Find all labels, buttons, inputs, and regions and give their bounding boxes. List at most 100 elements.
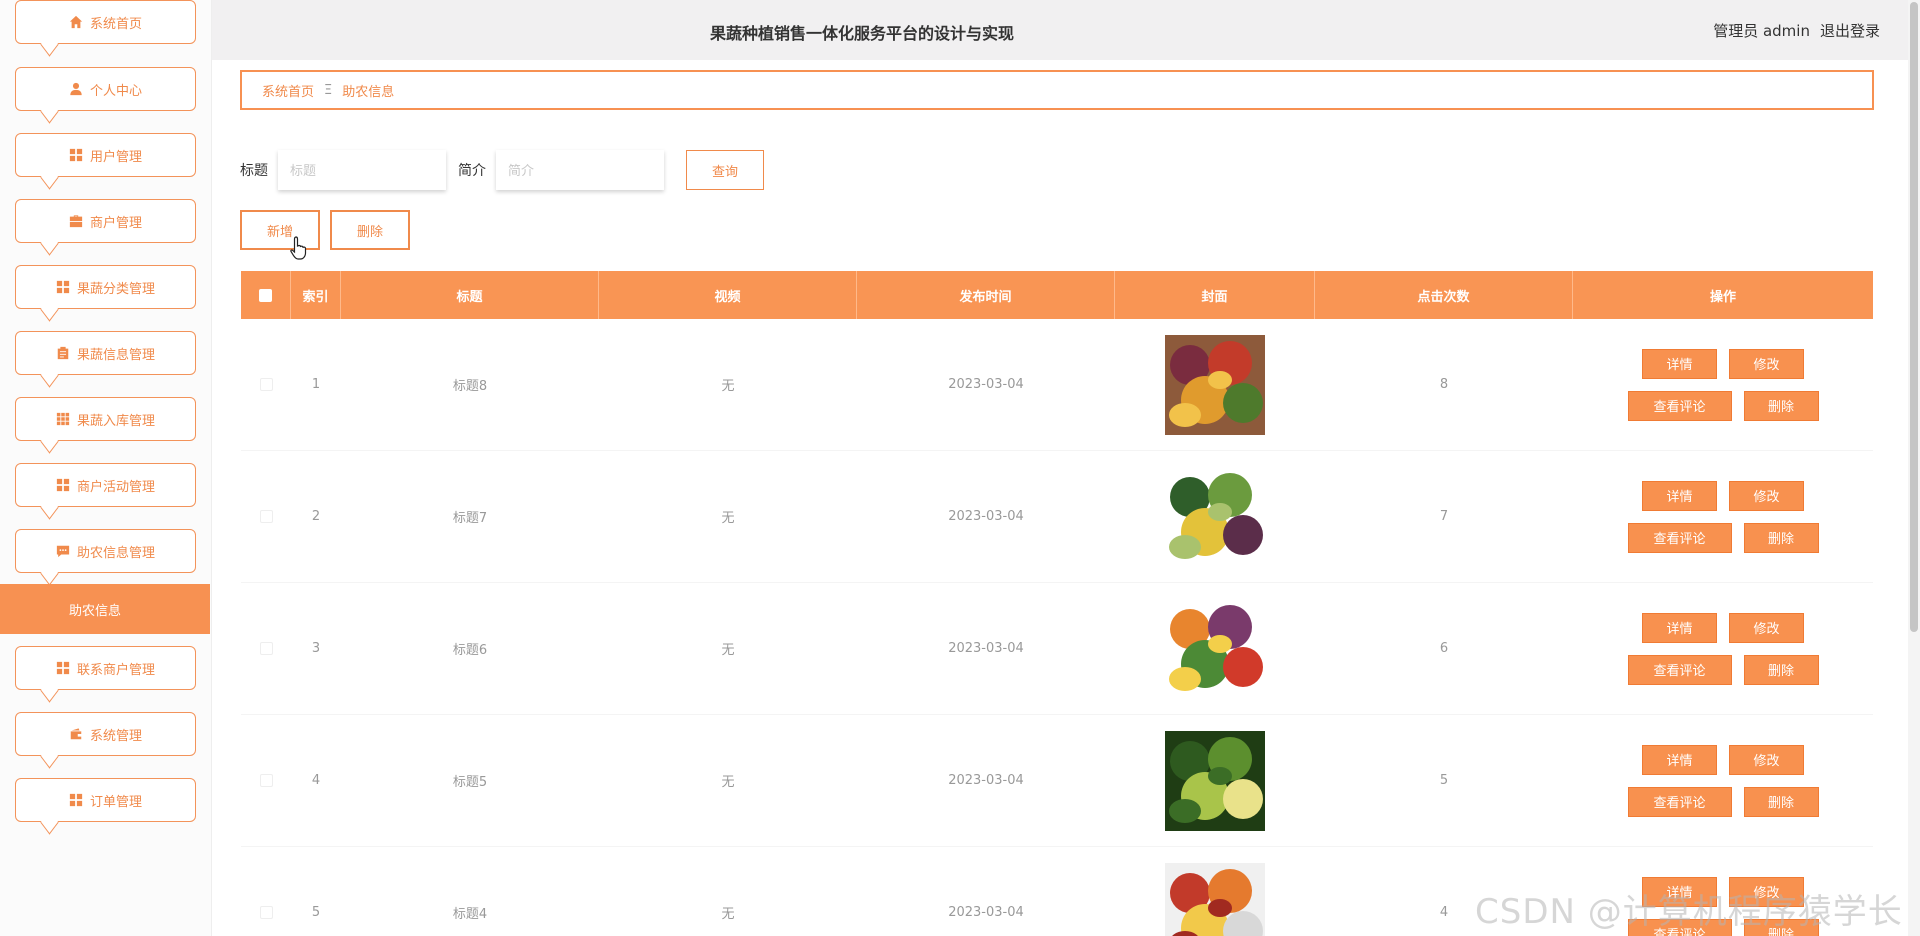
row-checkbox[interactable] <box>259 642 273 655</box>
apps-icon <box>56 412 70 426</box>
table-row: 3 标题6 无 2023-03-04 6 详情 修改 查看评论 删除 <box>241 583 1873 715</box>
sidebar-item-label: 果蔬入库管理 <box>76 413 155 429</box>
row-checkbox[interactable] <box>259 510 273 523</box>
row-title: 标题6 <box>452 643 488 658</box>
header-user-area: 管理员 admin 退出登录 <box>1713 20 1880 41</box>
breadcrumb-separator-icon: Ξ <box>324 82 333 98</box>
breadcrumb: 系统首页 Ξ 助农信息 <box>240 70 1874 110</box>
row-select-cell[interactable] <box>241 715 291 846</box>
column-header: 封面 <box>1115 271 1315 319</box>
row-select-cell[interactable] <box>241 451 291 582</box>
delete-button[interactable]: 删除 <box>1743 786 1819 817</box>
breadcrumb-home[interactable]: 系统首页 <box>262 81 314 100</box>
detail-button[interactable]: 详情 <box>1642 744 1717 775</box>
row-select-cell[interactable] <box>241 319 291 450</box>
row-select-cell[interactable] <box>241 847 291 936</box>
row-video: 无 <box>721 775 735 790</box>
detail-button[interactable]: 详情 <box>1642 612 1717 643</box>
sidebar-item-profile[interactable]: 个人中心 <box>15 67 196 111</box>
edit-button[interactable]: 修改 <box>1729 612 1804 643</box>
delete-button[interactable]: 删除 <box>1743 522 1819 553</box>
row-title: 标题4 <box>452 907 488 922</box>
scrollbar-thumb[interactable] <box>1910 2 1918 632</box>
page-scrollbar[interactable] <box>1908 0 1920 936</box>
logout-link[interactable]: 退出登录 <box>1820 20 1880 41</box>
row-date: 2023-03-04 <box>948 773 1024 788</box>
cover-image <box>1165 598 1265 699</box>
table-row: 4 标题5 无 2023-03-04 5 详情 修改 查看评论 删除 <box>241 715 1873 847</box>
grid-icon <box>56 478 70 492</box>
sidebar-item-activities[interactable]: 商户活动管理 <box>15 463 196 507</box>
cover-image <box>1165 466 1265 567</box>
current-user: 管理员 admin <box>1713 22 1810 40</box>
view-comments-button[interactable]: 查看评论 <box>1627 786 1732 817</box>
sidebar-item-stock-in[interactable]: 果蔬入库管理 <box>15 397 196 441</box>
sidebar-item-label: 系统首页 <box>89 16 142 32</box>
grid-icon <box>69 793 83 807</box>
sidebar-item-orders[interactable]: 订单管理 <box>15 778 196 822</box>
sidebar-item-merchants[interactable]: 商户管理 <box>15 199 196 243</box>
column-header: 标题 <box>341 271 599 319</box>
table-header: 索引 标题 视频 发布时间 封面 点击次数 操作 <box>241 271 1873 319</box>
sidebar-item-produce-info[interactable]: 果蔬信息管理 <box>15 331 196 375</box>
column-header: 视频 <box>599 271 857 319</box>
sidebar-item-home[interactable]: 系统首页 <box>15 0 196 44</box>
delete-button[interactable]: 删除 <box>1743 654 1819 685</box>
sidebar-item-contact[interactable]: 联系商户管理 <box>15 646 196 690</box>
sidebar-item-label: 果蔬分类管理 <box>76 281 155 297</box>
row-cover-cell <box>1115 715 1315 846</box>
column-header: 点击次数 <box>1315 271 1573 319</box>
row-index: 2 <box>311 509 321 524</box>
row-cover-cell <box>1115 583 1315 714</box>
sidebar-item-category[interactable]: 果蔬分类管理 <box>15 265 196 309</box>
view-comments-button[interactable]: 查看评论 <box>1627 522 1732 553</box>
mouse-cursor-icon <box>290 236 307 260</box>
sidebar-item-label: 商户管理 <box>89 215 142 231</box>
row-index: 1 <box>311 377 321 392</box>
edit-button[interactable]: 修改 <box>1729 744 1804 775</box>
sidebar-subitem-aid-info[interactable]: 助农信息 <box>0 584 210 634</box>
sidebar: 系统首页 个人中心 用户管理 商户管理 果蔬分类管理 果蔬信息管理 果蔬入库管理… <box>0 0 212 936</box>
edit-button[interactable]: 修改 <box>1729 348 1804 379</box>
row-select-cell[interactable] <box>241 583 291 714</box>
detail-button[interactable]: 详情 <box>1642 348 1717 379</box>
select-all-checkbox[interactable] <box>259 288 272 302</box>
row-date: 2023-03-04 <box>948 905 1024 920</box>
edit-button[interactable]: 修改 <box>1729 480 1804 511</box>
row-video: 无 <box>721 907 735 922</box>
row-clicks: 7 <box>1439 509 1449 524</box>
row-index: 5 <box>311 905 321 920</box>
intro-search-label: 简介 <box>458 163 486 179</box>
batch-delete-button[interactable]: 删除 <box>330 210 410 250</box>
add-button[interactable]: 新增 <box>240 210 320 250</box>
home-icon <box>69 15 83 29</box>
title-search-input[interactable] <box>278 150 446 190</box>
row-title: 标题8 <box>452 379 488 394</box>
row-actions: 详情 修改 查看评论 删除 <box>1573 583 1873 714</box>
row-checkbox[interactable] <box>259 774 273 787</box>
sidebar-item-users[interactable]: 用户管理 <box>15 133 196 177</box>
row-clicks: 6 <box>1439 641 1449 656</box>
briefcase-icon <box>69 214 83 228</box>
aid-info-table: 索引 标题 视频 发布时间 封面 点击次数 操作 1 标题8 无 2023-03… <box>241 271 1873 936</box>
detail-button[interactable]: 详情 <box>1642 480 1717 511</box>
intro-search-input[interactable] <box>496 150 664 190</box>
sidebar-subitem-label: 助农信息 <box>68 603 121 619</box>
delete-button[interactable]: 删除 <box>1743 390 1819 421</box>
row-cover-cell <box>1115 319 1315 450</box>
row-checkbox[interactable] <box>259 378 273 391</box>
query-button[interactable]: 查询 <box>686 150 764 190</box>
row-index: 3 <box>311 641 321 656</box>
sidebar-item-aid-info[interactable]: 助农信息管理 <box>15 529 196 573</box>
row-clicks: 5 <box>1439 773 1449 788</box>
row-checkbox[interactable] <box>259 906 273 919</box>
select-all-cell[interactable] <box>241 271 291 319</box>
view-comments-button[interactable]: 查看评论 <box>1627 390 1732 421</box>
sidebar-item-system[interactable]: 系统管理 <box>15 712 196 756</box>
view-comments-button[interactable]: 查看评论 <box>1627 654 1732 685</box>
title-search-label: 标题 <box>240 163 268 179</box>
row-video: 无 <box>721 511 735 526</box>
search-bar: 标题 简介 查询 <box>240 150 764 190</box>
column-header: 索引 <box>291 271 341 319</box>
top-header: 果蔬种植销售一体化服务平台的设计与实现 管理员 admin 退出登录 <box>212 0 1908 60</box>
